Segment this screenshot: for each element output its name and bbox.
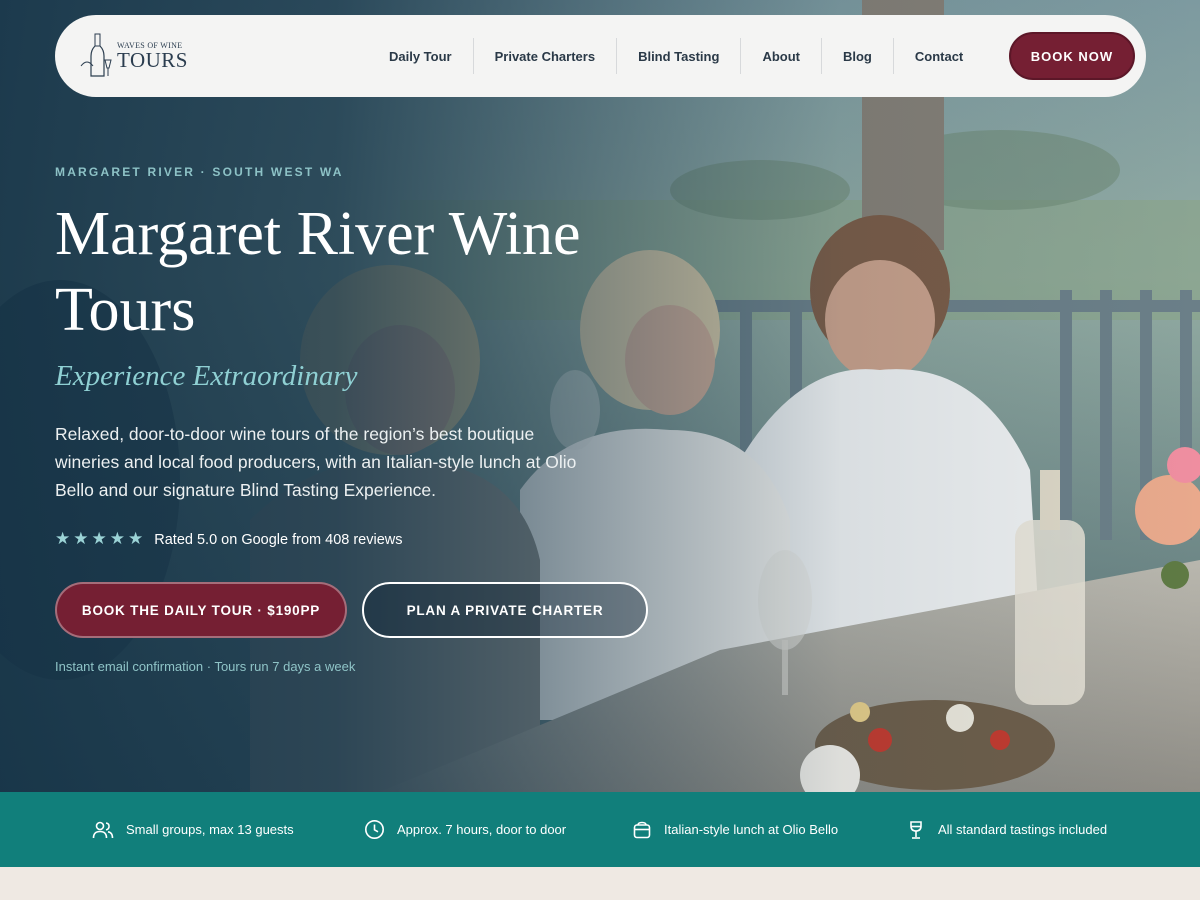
wine-glass-icon	[910, 820, 922, 839]
users-icon	[92, 821, 114, 838]
star-icon: ★	[109, 529, 125, 549]
google-rating: ★ ★ ★ ★ ★ Rated 5.0 on Google from 408 r…	[55, 531, 403, 548]
feature-text: Italian-style lunch at Olio Bello	[664, 822, 839, 837]
feature-tastings: All standard tastings included	[906, 792, 1107, 867]
top-navigation: WAVES OF WINE TOURS Daily Tour Private C…	[55, 15, 1146, 97]
nav-link-blog[interactable]: Blog	[822, 38, 894, 74]
star-icon: ★	[128, 529, 144, 549]
nav-link-contact[interactable]: Contact	[894, 38, 984, 74]
lunchbox-icon	[633, 821, 651, 838]
rating-stars: ★ ★ ★ ★ ★	[55, 531, 143, 548]
rating-text: Rated 5.0 on Google from 408 reviews	[154, 531, 403, 548]
nav-link-blind-tasting[interactable]: Blind Tasting	[617, 38, 742, 74]
clock-icon	[365, 820, 384, 839]
hero-section: WAVES OF WINE TOURS Daily Tour Private C…	[0, 0, 1200, 792]
star-icon: ★	[91, 529, 107, 549]
nav-links: Daily Tour Private Charters Blind Tastin…	[368, 15, 984, 97]
logo[interactable]: WAVES OF WINE TOURS	[79, 31, 197, 81]
plan-private-charter-button[interactable]: PLAN A PRIVATE CHARTER	[362, 582, 648, 638]
feature-small-groups: Small groups, max 13 guests	[92, 792, 294, 867]
hero-title-line-2: Tours	[55, 276, 196, 344]
feature-duration: Approx. 7 hours, door to door	[364, 792, 566, 867]
next-section-strip	[0, 867, 1200, 900]
hero-title-line-1: Margaret River Wine	[55, 200, 581, 268]
hero-description: Relaxed, door-to-door wine tours of the …	[55, 424, 577, 500]
nav-link-about[interactable]: About	[741, 38, 822, 74]
hero-subtitle: Experience Extraordinary	[55, 360, 358, 392]
nav-link-daily-tour[interactable]: Daily Tour	[368, 38, 474, 74]
star-icon: ★	[55, 529, 71, 549]
booking-note: Instant email confirmation · Tours run 7…	[55, 659, 356, 674]
star-icon: ★	[73, 529, 89, 549]
feature-text: All standard tastings included	[938, 822, 1108, 837]
feature-bar: Small groups, max 13 guests Approx. 7 ho…	[0, 792, 1200, 867]
nav-link-private-charters[interactable]: Private Charters	[474, 38, 618, 74]
hero-eyebrow: MARGARET RIVER · SOUTH WEST WA	[55, 165, 344, 179]
feature-text: Small groups, max 13 guests	[126, 822, 294, 837]
book-now-button[interactable]: BOOK NOW	[1009, 32, 1135, 80]
book-daily-tour-button[interactable]: BOOK THE DAILY TOUR · $190PP	[55, 582, 347, 638]
hero-title: Margaret River Wine Tours	[55, 196, 655, 348]
logo-big-text: TOURS	[117, 47, 188, 72]
feature-lunch: Italian-style lunch at Olio Bello	[632, 792, 838, 867]
feature-text: Approx. 7 hours, door to door	[397, 822, 567, 837]
wine-bottle-logo-icon	[80, 33, 112, 77]
